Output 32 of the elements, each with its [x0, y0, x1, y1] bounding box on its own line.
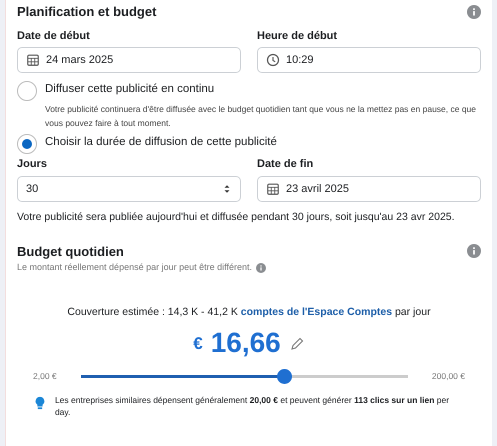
field-label: Heure de début	[257, 28, 338, 44]
calendar-icon	[266, 182, 280, 196]
currency-symbol: €	[193, 332, 203, 355]
pencil-icon	[288, 336, 305, 352]
input-field[interactable]: 10:29	[257, 47, 481, 73]
radio-button[interactable]	[17, 81, 37, 101]
summary-text: Votre publicité sera publiée aujourd'hui et diffusée pendant 30 jours, soit jusqu'au 23 avr 2025.	[17, 210, 456, 225]
field-label: Date de début	[17, 28, 91, 44]
info-icon[interactable]	[467, 4, 481, 19]
slider-thumb[interactable]	[276, 369, 292, 384]
section-title: Planification et budget	[17, 3, 156, 21]
info-icon[interactable]	[467, 244, 481, 258]
section-title: Budget quotidien	[17, 242, 124, 261]
hint-text: Le montant réellement dépensé par jour peut être différent.	[17, 261, 252, 274]
info-icon[interactable]	[256, 262, 266, 273]
field-label: Date de fin	[257, 157, 314, 172]
tip-text: Les entreprises similaires dépensent généralement 20,00 € et peuvent générer 113 clics sur un lien per day.	[54, 394, 450, 418]
option-label: Choisir la durée de diffusion de cette publicité	[45, 135, 277, 150]
input-field[interactable]: 30	[17, 176, 241, 202]
budget-amount: 16,66	[210, 328, 281, 360]
calendar-icon	[26, 53, 40, 67]
coverage-text: Couverture estimée : 14,3 K - 41,2 K comptes de l'Espace Comptes par jour	[66, 304, 432, 320]
coverage-link[interactable]: comptes de l'Espace Comptes	[240, 306, 392, 318]
clock-icon	[266, 53, 280, 67]
option-description: Votre publicité continuera d'être diffusée avec le budget quotidien tant que vous ne la mettez pas en pause, ce que vous pouvez faire à tout moment.	[45, 103, 478, 130]
slider-max: 200,00 €	[432, 370, 465, 383]
field-label: Jours	[17, 157, 48, 172]
slider-min: 2,00 €	[33, 370, 57, 383]
input-field[interactable]: 24 mars 2025	[17, 47, 241, 73]
radio-button[interactable]	[17, 134, 37, 154]
option-label: Diffuser cette publicité en continu	[45, 82, 216, 97]
input-field[interactable]: 23 avril 2025	[257, 176, 481, 202]
